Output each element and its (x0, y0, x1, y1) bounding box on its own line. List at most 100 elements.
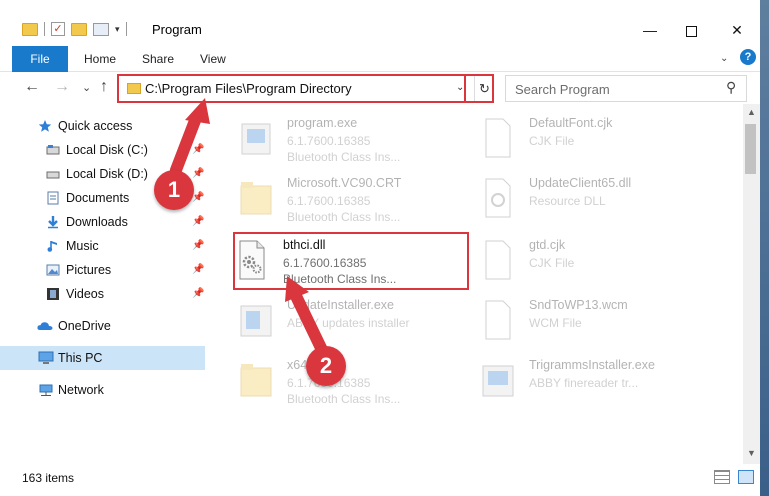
properties-check-icon[interactable]: ✓ (51, 22, 65, 36)
file-detail: 6.1.7600.16385 (287, 194, 371, 208)
downloads-icon (48, 216, 58, 229)
file-detail: Resource DLL (529, 194, 606, 208)
maximize-button[interactable] (668, 16, 714, 44)
toolbar-separator (44, 22, 45, 36)
pin-icon: 📌 (192, 216, 205, 227)
explorer-window: ✓ ▾ Program — ✕ File Home Share View ⌄ ?… (0, 0, 769, 496)
star-icon (38, 120, 52, 132)
file-item[interactable]: program.exe 6.1.7600.16385 Bluetooth Cla… (239, 110, 469, 168)
file-detail: 6.1.7600.16385 (287, 134, 371, 148)
pin-icon: 📌 (192, 288, 205, 299)
network-icon (39, 384, 53, 396)
close-button[interactable]: ✕ (714, 16, 760, 44)
file-detail: WCM File (529, 316, 582, 330)
cloud-icon (37, 322, 53, 330)
navigation-pane: Quick access Local Disk (C:) 📌 Local Dis… (0, 104, 209, 464)
file-item[interactable]: gtd.cjk CJK File (481, 232, 711, 290)
scroll-up-icon[interactable]: ▲ (747, 107, 756, 117)
sidebar-item-local-disk-c[interactable]: Local Disk (C:) 📌 (0, 138, 205, 162)
file-detail: CJK File (529, 134, 575, 148)
music-icon (47, 241, 57, 252)
new-folder-icon[interactable] (71, 22, 87, 36)
file-item-bthci-dll[interactable]: bthci.dll 6.1.7600.16385 Bluetooth Class… (235, 232, 465, 290)
refresh-button[interactable]: ↻ (474, 76, 494, 101)
file-item[interactable]: x64 6.1.7600.16385 Bluetooth Class Ins..… (239, 352, 469, 410)
file-item[interactable]: SndToWP13.wcm WCM File (481, 292, 711, 350)
scrollbar-thumb[interactable] (745, 124, 756, 174)
sidebar-item-network[interactable]: Network (0, 378, 205, 402)
help-icon[interactable]: ? (740, 49, 756, 65)
tab-view[interactable]: View (200, 46, 226, 72)
sidebar-item-videos[interactable]: Videos 📌 (0, 282, 205, 306)
tab-home[interactable]: Home (84, 46, 116, 72)
file-list: program.exe 6.1.7600.16385 Bluetooth Cla… (209, 104, 743, 464)
view-options-icon[interactable] (93, 22, 109, 36)
file-detail: ABBY finereader tr... (529, 376, 639, 390)
tab-share[interactable]: Share (142, 46, 174, 72)
installer-icon (240, 305, 272, 337)
file-detail: Bluetooth Class Ins... (283, 272, 397, 286)
sidebar-item-label: Quick access (58, 119, 133, 133)
file-item[interactable]: UpdateInstaller.exe ABBY updates install… (239, 292, 469, 350)
pin-icon: 📌 (192, 240, 205, 251)
sidebar-item-label: Documents (66, 191, 130, 205)
item-count: 163 items (22, 471, 75, 485)
vertical-scrollbar[interactable]: ▲ ▼ (743, 104, 760, 464)
pin-icon: 📌 (192, 144, 205, 155)
dll-gear-icon (239, 240, 265, 280)
file-detail: 6.1.7600.16385 (283, 256, 367, 270)
sidebar-item-label: Downloads (66, 215, 128, 229)
minimize-button[interactable]: — (627, 16, 673, 44)
sidebar-item-downloads[interactable]: Downloads 📌 (0, 210, 205, 234)
scroll-down-icon[interactable]: ▼ (747, 448, 756, 458)
file-name: TrigrammsInstaller.exe (529, 358, 655, 372)
address-path[interactable]: C:\Program Files\Program Directory (145, 81, 352, 96)
blank-file-icon (485, 240, 511, 280)
file-item[interactable]: TrigrammsInstaller.exe ABBY finereader t… (481, 352, 711, 410)
folder-icon (240, 364, 272, 397)
details-view-icon[interactable] (714, 470, 730, 484)
toolbar-separator (125, 22, 127, 36)
ribbon-tabs: File Home Share View ⌄ ? (0, 44, 769, 72)
maximize-icon (685, 25, 697, 37)
sidebar-item-onedrive[interactable]: OneDrive (0, 314, 205, 338)
title-bar: ✓ ▾ Program — ✕ (0, 0, 769, 44)
large-icons-view-icon[interactable] (738, 470, 754, 484)
installer-icon (241, 123, 271, 155)
documents-icon (47, 191, 59, 205)
back-button[interactable]: ← (24, 78, 40, 96)
sidebar-item-label: Local Disk (D:) (66, 167, 148, 181)
customize-toolbar-chevron-icon[interactable]: ▾ (115, 24, 120, 35)
address-dropdown-icon[interactable]: ⌄ (456, 82, 464, 93)
sidebar-item-quick-access[interactable]: Quick access (0, 114, 205, 138)
file-detail: Bluetooth Class Ins... (287, 210, 401, 224)
sidebar-item-label: Videos (66, 287, 104, 301)
pin-icon: 📌 (192, 264, 205, 275)
search-input[interactable]: Search Program (515, 82, 610, 97)
file-name: gtd.cjk (529, 238, 566, 252)
search-box[interactable]: Search Program ⚲ (505, 75, 747, 102)
step-marker-two: 2 (306, 346, 346, 386)
file-detail: ABBY updates installer (287, 316, 410, 330)
tab-file[interactable]: File (12, 46, 68, 72)
step-marker-one: 1 (154, 170, 194, 210)
file-name: x64 (287, 358, 308, 372)
search-icon[interactable]: ⚲ (726, 79, 736, 96)
sidebar-item-music[interactable]: Music 📌 (0, 234, 205, 258)
sidebar-item-this-pc[interactable]: This PC (0, 346, 205, 370)
pin-icon: 📌 (192, 192, 205, 203)
up-button[interactable]: ↑ (100, 78, 108, 96)
computer-icon (38, 351, 54, 364)
drive-icon (46, 171, 60, 179)
file-item[interactable]: Microsoft.VC90.CRT 6.1.7600.16385 Blueto… (239, 170, 469, 228)
file-item[interactable]: DefaultFont.cjk CJK File (481, 110, 711, 168)
forward-button[interactable]: → (54, 78, 70, 96)
expand-ribbon-chevron-icon[interactable]: ⌄ (720, 53, 728, 64)
address-bar[interactable]: C:\Program Files\Program Directory ⌄ ↻ (118, 75, 494, 102)
file-name: bthci.dll (283, 238, 326, 252)
recent-locations-button[interactable]: ⌄ (82, 81, 91, 94)
sidebar-item-label: Network (58, 383, 104, 397)
file-item[interactable]: UpdateClient65.dll Resource DLL (481, 170, 711, 228)
file-name: UpdateClient65.dll (529, 176, 632, 190)
sidebar-item-pictures[interactable]: Pictures 📌 (0, 258, 205, 282)
